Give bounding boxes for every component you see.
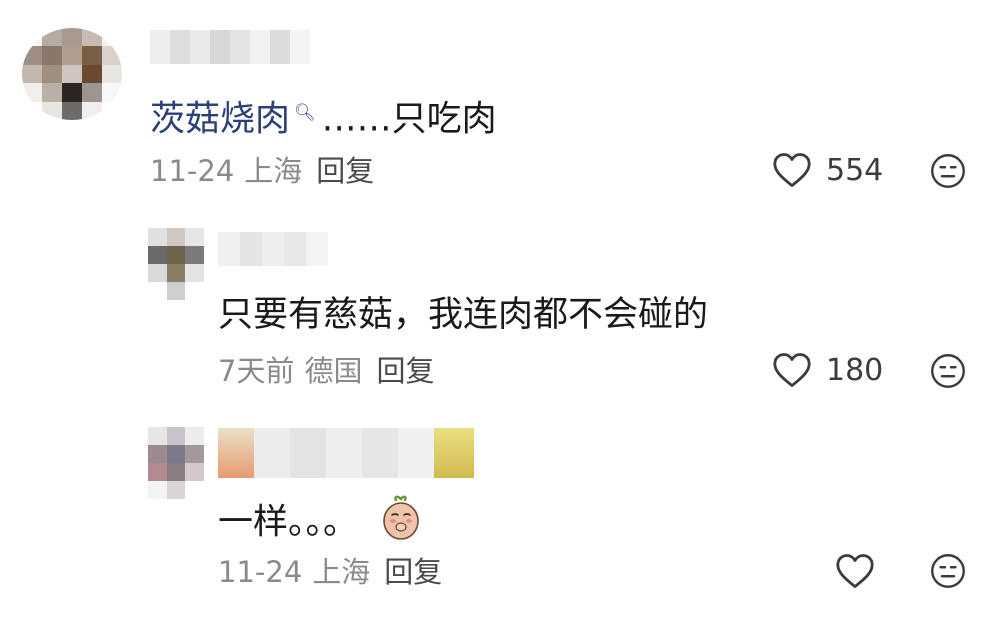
- like-button[interactable]: [835, 553, 875, 589]
- like-button[interactable]: 180: [772, 352, 883, 388]
- comment-text: 茨菇烧肉 🔍︎ ……只吃肉: [150, 91, 497, 142]
- comment-date: 11-24: [150, 154, 235, 188]
- comment-meta: 11-24 上海 回复: [150, 153, 374, 189]
- heart-outline-icon: [773, 353, 811, 387]
- avatar[interactable]: [148, 427, 204, 499]
- comment-meta: 11-24 上海 回复: [218, 554, 442, 590]
- comment-text-content: 一样。。。: [218, 502, 359, 543]
- blushing-potato-sticker: [377, 494, 425, 553]
- comment-text: 只要有慈菇，我连肉都不会碰的: [218, 295, 709, 335]
- reply-button[interactable]: 回复: [376, 354, 434, 388]
- dislike-button[interactable]: [930, 353, 966, 393]
- dislike-button[interactable]: [930, 153, 966, 193]
- comment-location: 上海: [312, 555, 371, 589]
- comment-text: 一样。。。: [218, 494, 425, 553]
- avatar[interactable]: [22, 28, 122, 120]
- heart-outline-icon: [773, 153, 811, 187]
- comment-location: 上海: [244, 154, 303, 188]
- dislike-face-icon: [931, 354, 965, 388]
- comment-text-rest: ……只吃肉: [321, 99, 497, 140]
- comment-date: 7天前: [218, 354, 295, 388]
- dislike-face-icon: [931, 154, 965, 188]
- search-icon[interactable]: 🔍︎: [294, 103, 316, 123]
- avatar[interactable]: [148, 228, 204, 300]
- keyword-link[interactable]: 茨菇烧肉: [150, 100, 290, 140]
- like-button[interactable]: 554: [772, 152, 883, 188]
- username-blurred[interactable]: [218, 428, 474, 478]
- comment-location: 德国: [304, 354, 363, 388]
- dislike-button[interactable]: [930, 553, 966, 593]
- reply-button[interactable]: 回复: [384, 555, 442, 589]
- username-blurred[interactable]: [218, 232, 328, 266]
- reply-button[interactable]: 回复: [316, 154, 374, 188]
- dislike-face-icon: [931, 554, 965, 588]
- comment-meta: 7天前 德国 回复: [218, 353, 434, 389]
- like-count: 554: [826, 152, 884, 188]
- like-count: 180: [826, 352, 884, 388]
- comment-date: 11-24: [218, 555, 303, 589]
- username-blurred[interactable]: [150, 30, 310, 64]
- heart-outline-icon: [836, 554, 874, 588]
